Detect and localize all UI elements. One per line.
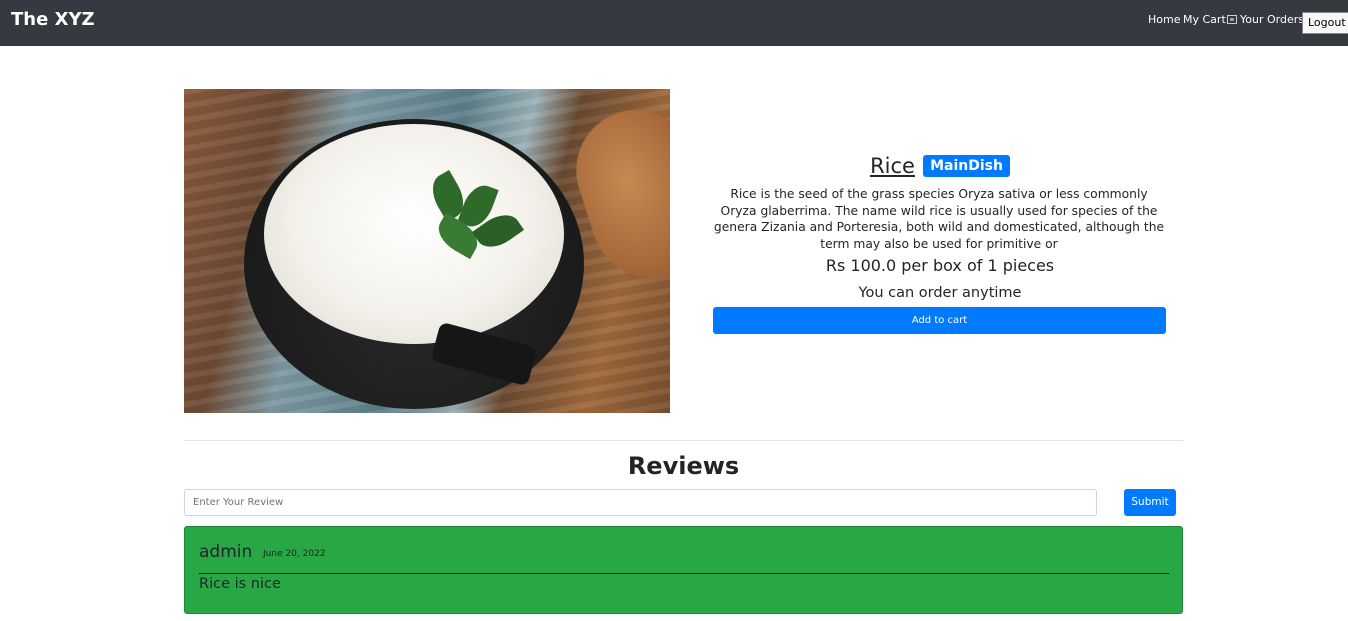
navbar: The XYZ Home My Cart Your Orders Logout bbox=[0, 0, 1348, 46]
reviews-heading: Reviews bbox=[627, 452, 740, 480]
product-price: Rs 100.0 per box of 1 pieces bbox=[825, 256, 1055, 275]
nav-cart-link[interactable]: My Cart bbox=[1183, 13, 1237, 26]
logout-button[interactable]: Logout bbox=[1302, 12, 1348, 34]
product-availability: You can order anytime bbox=[858, 285, 1022, 301]
review-input[interactable] bbox=[184, 489, 1097, 516]
nav-orders-link[interactable]: Your Orders bbox=[1240, 13, 1304, 26]
submit-review-button[interactable]: Submit bbox=[1124, 489, 1176, 516]
review-text: Rice is nice bbox=[199, 576, 281, 592]
brand-logo[interactable]: The XYZ bbox=[11, 9, 95, 30]
product-image bbox=[184, 89, 670, 413]
review-card: admin June 20, 2022 Rice is nice bbox=[184, 526, 1183, 614]
product-description: Rice is the seed of the grass species Or… bbox=[713, 187, 1165, 251]
cart-icon bbox=[1226, 15, 1237, 24]
product-title-row: Rice MainDish bbox=[700, 154, 1180, 178]
review-divider bbox=[199, 573, 1169, 574]
product-title: Rice bbox=[870, 154, 915, 178]
review-date: June 20, 2022 bbox=[263, 549, 326, 559]
nav-home-link[interactable]: Home bbox=[1148, 13, 1180, 26]
review-author: admin bbox=[199, 542, 253, 562]
image-rice bbox=[264, 124, 564, 344]
category-badge: MainDish bbox=[923, 155, 1010, 177]
add-to-cart-button[interactable]: Add to cart bbox=[713, 307, 1166, 334]
section-divider bbox=[184, 440, 1183, 441]
nav-cart-label: My Cart bbox=[1183, 13, 1226, 26]
